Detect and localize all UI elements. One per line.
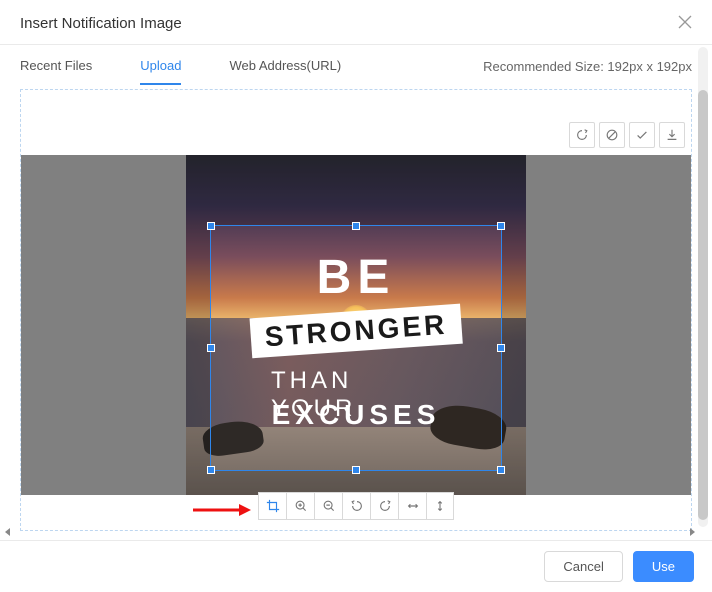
rotate-right-icon[interactable]	[370, 492, 398, 520]
crop-handle-tl[interactable]	[207, 222, 215, 230]
scroll-right-icon[interactable]	[686, 526, 698, 538]
upload-panel: BE STRONGER THAN YOUR EXCUSES	[20, 89, 692, 531]
crop-handle-r[interactable]	[497, 344, 505, 352]
crop-handle-b[interactable]	[352, 466, 360, 474]
annotation-arrow	[191, 500, 251, 520]
crop-handle-br[interactable]	[497, 466, 505, 474]
flip-vertical-icon[interactable]	[426, 492, 454, 520]
preview-image[interactable]: BE STRONGER THAN YOUR EXCUSES	[186, 155, 526, 495]
confirm-icon[interactable]	[629, 122, 655, 148]
use-button[interactable]: Use	[633, 551, 694, 582]
recommended-size-label: Recommended Size: 192px x 192px	[483, 59, 692, 74]
tab-web-address[interactable]: Web Address(URL)	[229, 48, 341, 85]
close-icon[interactable]	[678, 14, 692, 32]
image-stage: BE STRONGER THAN YOUR EXCUSES	[21, 155, 691, 495]
action-toolbar	[569, 122, 685, 148]
zoom-out-icon[interactable]	[314, 492, 342, 520]
tabs-row: Recent Files Upload Web Address(URL) Rec…	[0, 45, 712, 87]
reset-icon[interactable]	[599, 122, 625, 148]
scrollbar-horizontal	[0, 524, 700, 540]
tab-recent-files[interactable]: Recent Files	[20, 48, 92, 85]
dialog-title: Insert Notification Image	[20, 15, 182, 32]
flip-horizontal-icon[interactable]	[398, 492, 426, 520]
zoom-in-icon[interactable]	[286, 492, 314, 520]
dialog-footer: Cancel Use	[0, 540, 712, 592]
download-icon[interactable]	[659, 122, 685, 148]
crop-icon[interactable]	[258, 492, 286, 520]
tab-upload[interactable]: Upload	[140, 48, 181, 85]
scroll-left-icon[interactable]	[2, 526, 14, 538]
crop-selection[interactable]	[210, 225, 502, 471]
cancel-button[interactable]: Cancel	[544, 551, 622, 582]
insert-image-dialog: Insert Notification Image Recent Files U…	[0, 0, 712, 592]
content-area: BE STRONGER THAN YOUR EXCUSES	[0, 87, 712, 592]
dialog-header: Insert Notification Image	[0, 0, 712, 44]
scrollbar-vertical-thumb[interactable]	[698, 90, 708, 520]
rotate-icon[interactable]	[569, 122, 595, 148]
crop-handle-l[interactable]	[207, 344, 215, 352]
rotate-left-icon[interactable]	[342, 492, 370, 520]
crop-handle-bl[interactable]	[207, 466, 215, 474]
crop-handle-tr[interactable]	[497, 222, 505, 230]
edit-toolbar	[258, 492, 454, 520]
crop-handle-t[interactable]	[352, 222, 360, 230]
